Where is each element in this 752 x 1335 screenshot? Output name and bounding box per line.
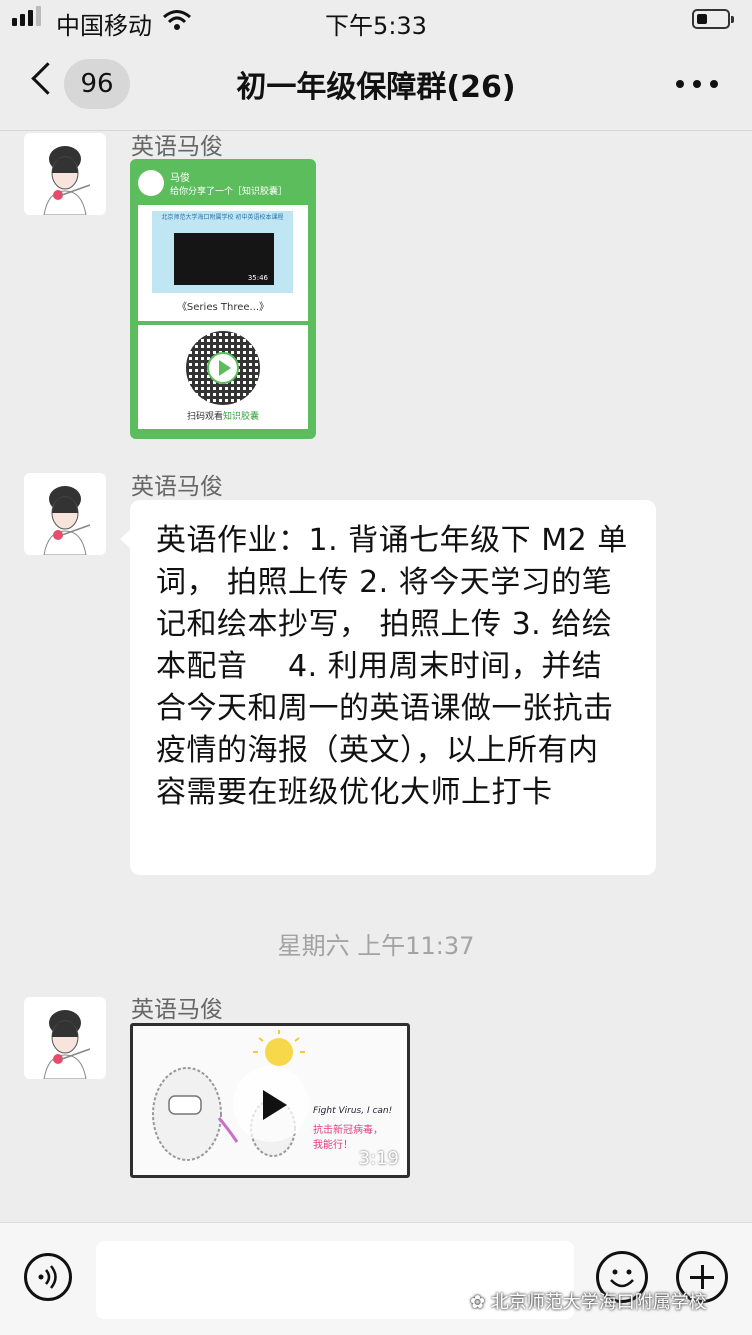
bubble-tail [120,530,130,548]
qr-panel: 扫码观看知识胶囊 [138,325,308,429]
video-caption-cn2: 我能行！ [313,1140,353,1151]
video-message[interactable]: Fight Virus, I can! 抗击新冠病毒， 我能行！ 3:19 [130,1023,410,1178]
unread-count-badge[interactable]: 96 [64,59,130,109]
voice-input-icon[interactable] [24,1253,72,1301]
sharer-name: 马俊 [170,173,190,184]
scan-hint: 扫码观看知识胶囊 [186,412,260,422]
message-text: 英语作业：1. 背诵七年级下 M2 单词， 拍照上传 2. 将今天学习的笔记和绘… [156,523,628,810]
avatar[interactable] [24,473,106,555]
teacher-avatar-illustration [43,486,91,555]
message-bubble[interactable]: 英语作业：1. 背诵七年级下 M2 单词， 拍照上传 2. 将今天学习的笔记和绘… [120,500,656,875]
play-icon [219,360,231,376]
knowledge-capsule-card[interactable]: 马俊 给你分享了一个［知识胶囊］ 北京师范大学海口附属学校 初中英语校本课程 3… [130,159,316,439]
avatar[interactable] [24,133,106,215]
school-caption: 北京师范大学海口附属学校 初中英语校本课程 [161,214,284,221]
wechat-logo-icon: ✿ [470,1292,491,1313]
more-options-icon[interactable] [672,80,722,90]
sender-name: 英语马俊 [131,997,223,1023]
video-thumbnail: 北京师范大学海口附属学校 初中英语校本课程 35:46 [152,211,293,293]
battery-icon [692,9,734,29]
capsule-video-duration: 35:46 [247,274,268,282]
input-bar [0,1222,752,1335]
teacher-avatar-illustration [43,146,91,215]
watermark: ✿ 北京师范大学海口附属学校 [470,1292,707,1313]
series-title: 《Series Three...》 [176,302,270,313]
avatar[interactable] [24,997,106,1079]
sender-name: 英语马俊 [131,474,223,500]
video-caption-cn: 抗击新冠病毒， [313,1125,383,1136]
sender-name: 英语马俊 [131,134,223,160]
status-bar: 中国移动 下午5:33 [0,0,752,40]
teacher-avatar-illustration [43,1010,91,1079]
video-frame: 35:46 [174,233,274,285]
chat-header: 96 初一年级保障群(26) [0,40,752,131]
clock-time: 下午5:33 [325,12,427,40]
video-duration: 3:19 [358,1148,399,1169]
video-caption-en: Fight Virus, I can! [313,1106,393,1116]
sharer-avatar [138,170,164,196]
back-chevron-icon[interactable] [31,62,64,95]
share-description: 给你分享了一个［知识胶囊］ [170,187,288,197]
play-icon [263,1090,287,1120]
chat-title: 初一年级保障群(26) [236,70,516,105]
chat-timestamp: 星期六 上午11:37 [277,932,475,960]
capsule-preview: 北京师范大学海口附属学校 初中英语校本课程 35:46 《Series Thre… [138,205,308,321]
